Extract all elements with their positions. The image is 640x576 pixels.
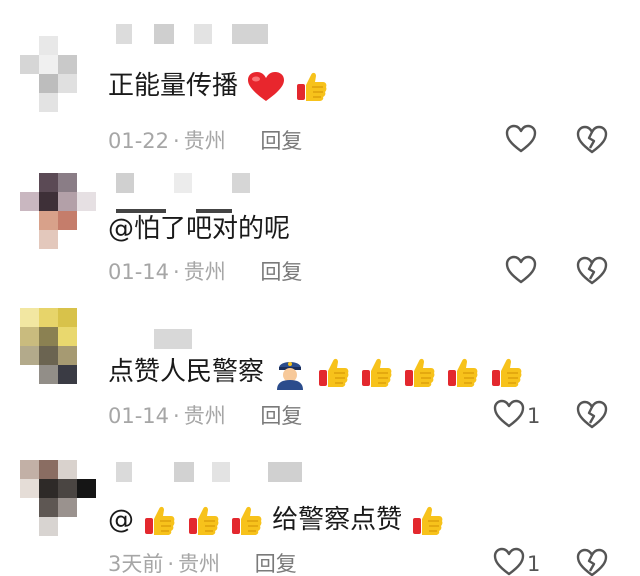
mention-prefix: @	[108, 505, 134, 535]
thumbs-up-icon	[490, 356, 524, 390]
reply-button[interactable]: 回复	[260, 260, 302, 284]
comment-item: @怕了吧对的呢 01-14 · 贵州 回复	[0, 155, 640, 297]
like-button[interactable]	[505, 255, 539, 289]
reply-button[interactable]: 回复	[255, 552, 297, 576]
avatar[interactable]	[20, 308, 96, 384]
like-button[interactable]	[505, 124, 539, 158]
comment-text-content: 给警察点赞	[272, 505, 403, 535]
comment-meta: 01-14 · 贵州 回复	[108, 402, 302, 430]
comment-meta: 01-14 · 贵州 回复	[108, 258, 302, 286]
comment-location: 贵州	[183, 129, 226, 153]
dislike-button[interactable]	[576, 400, 608, 434]
thumbs-up-icon	[317, 356, 351, 390]
comment-text-content: 点赞人民警察	[108, 357, 265, 387]
heart-outline-icon	[493, 547, 525, 576]
like-button[interactable]: 1	[493, 547, 541, 576]
comment-date: 01-14	[108, 404, 170, 428]
username[interactable]	[116, 462, 316, 488]
comment-text: @怕了吧对的呢	[108, 211, 290, 247]
separator-dot: ·	[173, 260, 180, 284]
separator-dot: ·	[167, 552, 175, 576]
comment-item: 点赞人民警察 01-14 · 贵州 回复 1	[0, 296, 640, 438]
broken-heart-icon	[576, 548, 608, 576]
comment-date: 01-22	[108, 129, 170, 153]
comment-date: 01-14	[108, 260, 170, 284]
username[interactable]	[116, 329, 296, 355]
dislike-button[interactable]	[576, 256, 608, 290]
avatar[interactable]	[20, 173, 96, 249]
thumbs-up-icon	[143, 504, 177, 538]
thumbs-up-icon	[403, 356, 437, 390]
comment-item: 正能量传播 01-22 · 贵州 回复	[0, 12, 640, 154]
comment-date: 3天前	[108, 552, 164, 576]
thumbs-up-icon	[446, 356, 480, 390]
broken-heart-icon	[576, 256, 608, 290]
police-officer-icon	[273, 356, 307, 390]
comment-meta: 3天前 · 贵州 回复	[108, 550, 297, 576]
comment-text: 点赞人民警察	[108, 354, 524, 390]
like-count: 1	[527, 404, 541, 428]
thumbs-up-icon	[411, 504, 445, 538]
like-count: 1	[527, 552, 541, 576]
thumbs-up-icon	[360, 356, 394, 390]
comment-location: 贵州	[183, 260, 226, 284]
comment-location: 贵州	[183, 404, 226, 428]
comment-text: 正能量传播	[108, 68, 329, 104]
dislike-button[interactable]	[576, 125, 608, 159]
heart-outline-icon	[493, 399, 525, 433]
avatar[interactable]	[20, 36, 96, 112]
thumbs-up-icon	[295, 70, 329, 104]
separator-dot: ·	[173, 129, 180, 153]
reply-button[interactable]: 回复	[260, 404, 302, 428]
username[interactable]	[116, 173, 296, 199]
reply-button[interactable]: 回复	[260, 129, 302, 153]
comment-location: 贵州	[178, 552, 221, 576]
thumbs-up-icon	[187, 504, 221, 538]
comment-item: @ 给警察点赞 3天前 · 贵州 回复 1	[0, 440, 640, 576]
comment-meta: 01-22 · 贵州 回复	[108, 127, 302, 155]
comment-text-content: @怕了吧对的呢	[108, 214, 291, 244]
red-heart-icon	[247, 71, 285, 103]
comment-text: @ 给警察点赞	[108, 502, 445, 538]
avatar[interactable]	[20, 460, 96, 536]
heart-outline-icon	[505, 124, 537, 158]
username[interactable]	[116, 24, 296, 50]
separator-dot: ·	[173, 404, 180, 428]
like-button[interactable]: 1	[493, 399, 541, 433]
heart-outline-icon	[505, 255, 537, 289]
broken-heart-icon	[576, 400, 608, 434]
thumbs-up-icon	[230, 504, 264, 538]
comment-text-content: 正能量传播	[108, 71, 239, 101]
dislike-button[interactable]	[576, 548, 608, 576]
comment-list: 正能量传播 01-22 · 贵州 回复 @怕了吧对的呢 01-14 · 贵州 回…	[0, 0, 640, 576]
